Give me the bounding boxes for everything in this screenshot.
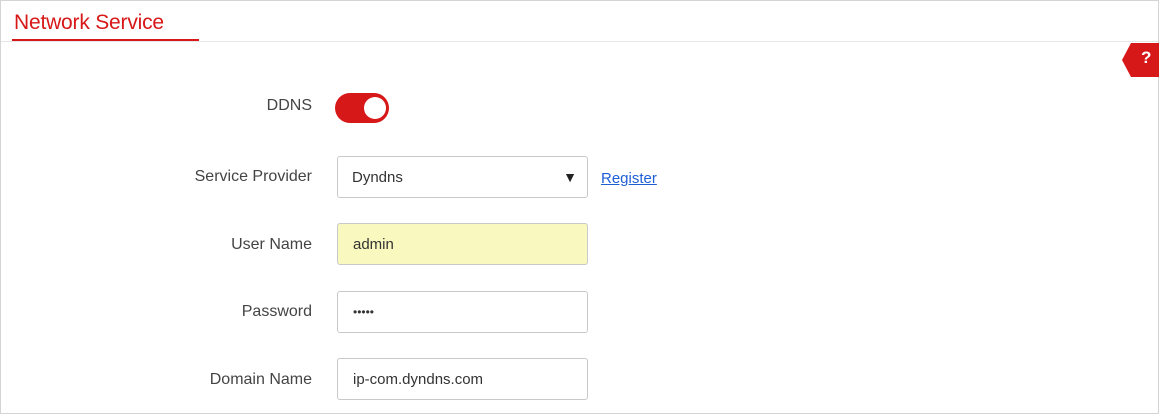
service-provider-value: Dyndns	[352, 168, 403, 186]
network-service-panel: Network Service ? DDNS Service Provider …	[0, 0, 1159, 414]
password-input[interactable]: •••••	[337, 291, 588, 333]
dropdown-arrow-icon: ▼	[563, 169, 577, 185]
password-value: •••••	[353, 305, 375, 319]
section-title: Network Service	[14, 11, 164, 34]
password-label: Password	[241, 303, 312, 320]
ddns-toggle[interactable]	[335, 93, 389, 123]
service-provider-select[interactable]: Dyndns ▼	[337, 156, 588, 198]
title-divider	[1, 41, 1158, 42]
domain-name-input[interactable]: ip-com.dyndns.com	[337, 358, 588, 400]
domain-name-label: Domain Name	[209, 371, 312, 388]
user-name-value: admin	[353, 235, 394, 253]
user-name-label: User Name	[231, 236, 312, 253]
register-link[interactable]: Register	[601, 170, 657, 187]
domain-name-value: ip-com.dyndns.com	[353, 370, 484, 388]
ddns-label: DDNS	[266, 97, 312, 114]
service-provider-label: Service Provider	[194, 168, 312, 185]
toggle-knob	[364, 97, 386, 119]
user-name-input[interactable]: admin	[337, 223, 588, 265]
help-question-icon: ?	[1141, 48, 1152, 67]
